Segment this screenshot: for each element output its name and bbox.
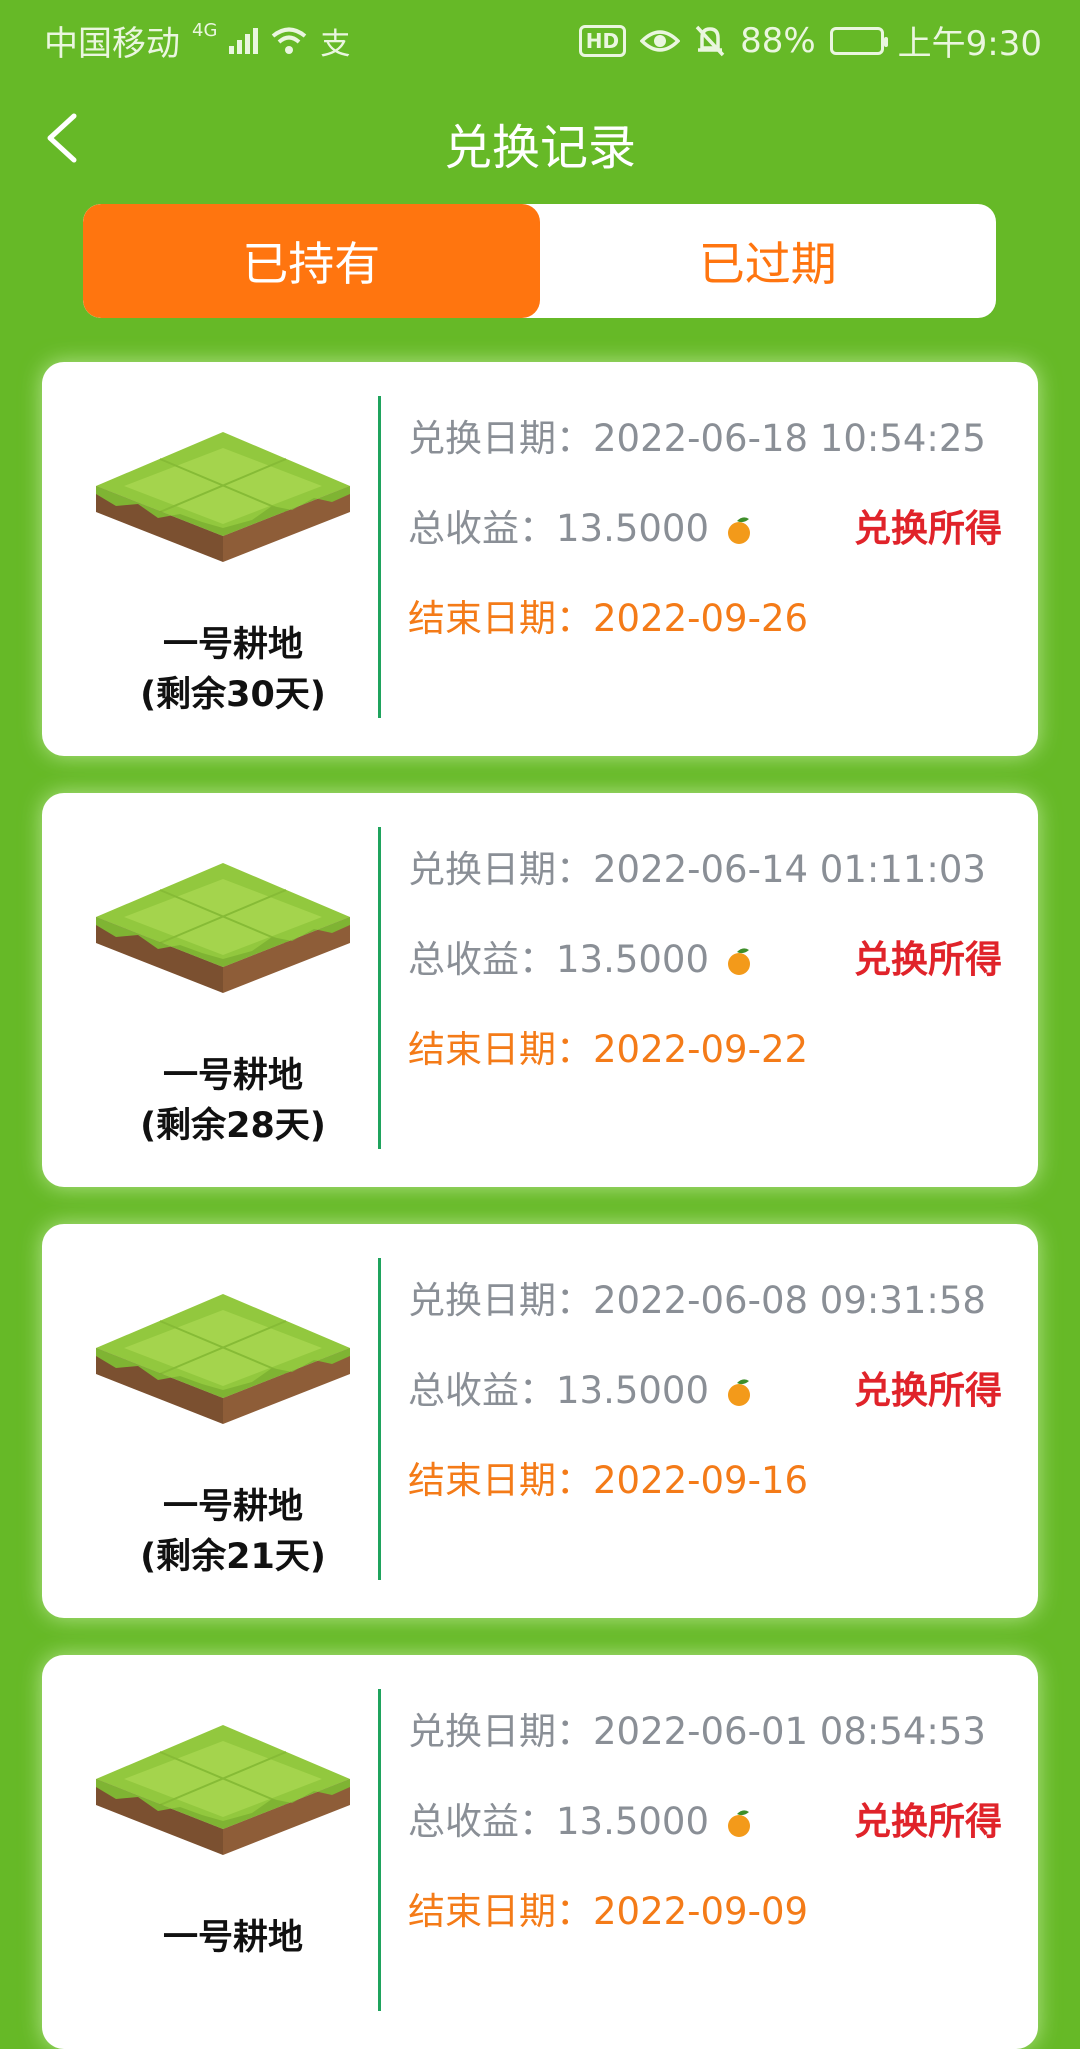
income-row: 总收益：13.5000 — [408, 1791, 755, 1845]
farmland-image — [96, 863, 350, 993]
plot-title: 一号耕地 — [162, 625, 303, 665]
hd-icon: HD — [578, 24, 627, 57]
income-value: 13.5000 — [556, 1800, 710, 1843]
income-label: 总收益： — [408, 938, 556, 981]
income-row: 总收益：13.5000 — [408, 929, 755, 983]
end-date-row: 结束日期：2022-09-22 — [408, 1019, 808, 1073]
income-value: 13.5000 — [556, 1369, 710, 1412]
end-date-label: 结束日期： — [408, 597, 593, 640]
farmland-image — [96, 1294, 350, 1424]
exchange-date-label: 兑换日期： — [408, 417, 593, 460]
eye-icon — [640, 29, 681, 52]
orange-fruit-icon — [727, 1379, 750, 1406]
remaining-days: (剩余28天) — [140, 1106, 326, 1146]
exchange-date-value: 2022-06-08 09:31:58 — [593, 1279, 986, 1322]
income-label: 总收益： — [408, 507, 556, 550]
divider — [378, 827, 381, 1149]
exchange-date-row: 兑换日期：2022-06-01 08:54:53 — [408, 1701, 986, 1755]
end-date-label: 结束日期： — [408, 1028, 593, 1071]
header: 兑换记录 — [0, 90, 1080, 186]
record-card[interactable]: 一号耕地 (剩余21天) 兑换日期：2022-06-08 09:31:58 总收… — [42, 1224, 1038, 1618]
exchange-date-value: 2022-06-01 08:54:53 — [593, 1710, 986, 1753]
exchange-date-label: 兑换日期： — [408, 1710, 593, 1753]
exchange-date-row: 兑换日期：2022-06-14 01:11:03 — [408, 839, 986, 893]
plot-name: 一号耕地 (剩余28天) — [102, 1051, 364, 1151]
status-bar: 中国移动 4G 支 HD 88% 上午9:30 — [0, 0, 1080, 76]
plot-name: 一号耕地 (剩余30天) — [102, 620, 364, 720]
exchange-date-value: 2022-06-14 01:11:03 — [593, 848, 986, 891]
income-row: 总收益：13.5000 — [408, 1360, 755, 1414]
battery-percent: 88% — [740, 20, 816, 61]
divider — [378, 1258, 381, 1580]
remaining-days: (剩余30天) — [140, 675, 326, 715]
end-date-value: 2022-09-09 — [593, 1890, 809, 1933]
end-date-value: 2022-09-22 — [593, 1028, 809, 1071]
exchange-date-label: 兑换日期： — [408, 848, 593, 891]
farmland-image — [96, 432, 350, 562]
network-type: 4G — [192, 20, 218, 41]
carrier-label: 中国移动 — [44, 24, 180, 64]
divider — [378, 1689, 381, 2011]
clock: 上午9:30 — [897, 24, 1042, 64]
orange-fruit-icon — [727, 948, 750, 975]
exchange-date-label: 兑换日期： — [408, 1279, 593, 1322]
remaining-days: (剩余21天) — [140, 1537, 326, 1577]
wifi-icon — [272, 27, 307, 54]
farmland-image — [96, 1725, 350, 1855]
tab-bar: 已持有 已过期 — [83, 204, 996, 318]
plot-title: 一号耕地 — [162, 1056, 303, 1096]
page-title: 兑换记录 — [443, 120, 636, 176]
end-date-value: 2022-09-16 — [593, 1459, 809, 1502]
end-date-row: 结束日期：2022-09-26 — [408, 588, 808, 642]
redeem-label: 兑换所得 — [854, 938, 1002, 981]
income-row: 总收益：13.5000 — [408, 498, 755, 552]
income-label: 总收益： — [408, 1800, 556, 1843]
signal-icon — [229, 27, 259, 54]
orange-fruit-icon — [727, 1810, 750, 1837]
redeem-label: 兑换所得 — [854, 1800, 1002, 1843]
plot-name: 一号耕地 — [102, 1913, 364, 1963]
plot-name: 一号耕地 (剩余21天) — [102, 1482, 364, 1582]
mute-bell-icon — [695, 25, 725, 56]
income-label: 总收益： — [408, 1369, 556, 1412]
income-value: 13.5000 — [556, 507, 710, 550]
record-card[interactable]: 一号耕地 (剩余30天) 兑换日期：2022-06-18 10:54:25 总收… — [42, 362, 1038, 756]
exchange-date-row: 兑换日期：2022-06-08 09:31:58 — [408, 1270, 986, 1324]
end-date-label: 结束日期： — [408, 1890, 593, 1933]
end-date-row: 结束日期：2022-09-09 — [408, 1881, 808, 1935]
battery-icon — [829, 26, 888, 55]
redeem-label: 兑换所得 — [854, 507, 1002, 550]
divider — [378, 396, 381, 718]
record-card[interactable]: 一号耕地 兑换日期：2022-06-01 08:54:53 总收益：13.500… — [42, 1655, 1038, 2049]
end-date-value: 2022-09-26 — [593, 597, 809, 640]
exchange-date-value: 2022-06-18 10:54:25 — [593, 417, 986, 460]
income-value: 13.5000 — [556, 938, 710, 981]
plot-title: 一号耕地 — [162, 1487, 303, 1527]
orange-fruit-icon — [727, 517, 750, 544]
exchange-date-row: 兑换日期：2022-06-18 10:54:25 — [408, 408, 986, 462]
alipay-icon: 支 — [320, 26, 351, 62]
tab-owned[interactable]: 已持有 — [83, 204, 540, 318]
redeem-label: 兑换所得 — [854, 1369, 1002, 1412]
record-card[interactable]: 一号耕地 (剩余28天) 兑换日期：2022-06-14 01:11:03 总收… — [42, 793, 1038, 1187]
tab-expired[interactable]: 已过期 — [540, 204, 997, 318]
end-date-row: 结束日期：2022-09-16 — [408, 1450, 808, 1504]
plot-title: 一号耕地 — [162, 1918, 303, 1958]
end-date-label: 结束日期： — [408, 1459, 593, 1502]
